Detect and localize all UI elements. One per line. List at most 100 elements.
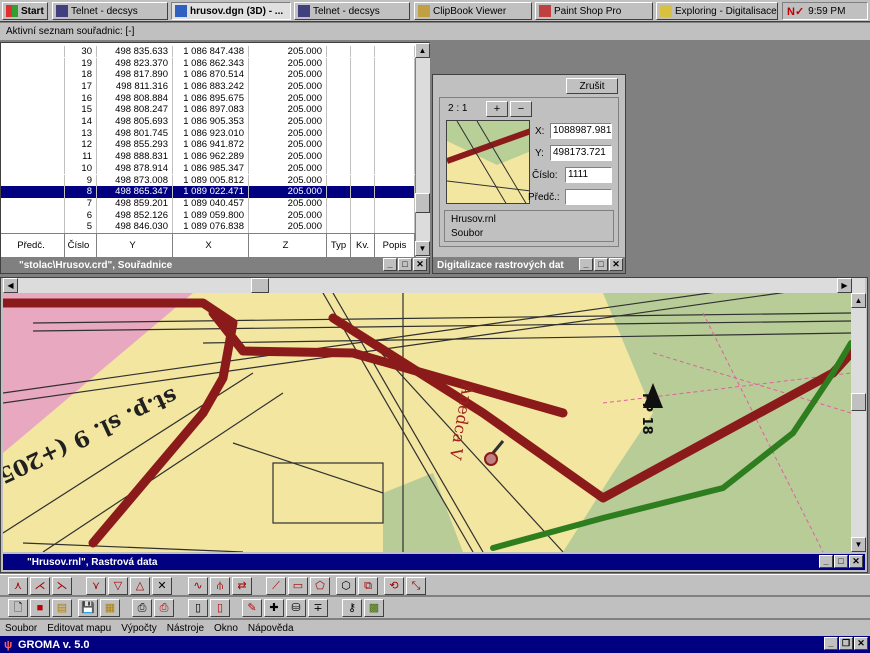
scroll-thumb[interactable] bbox=[851, 393, 866, 411]
polygon-icon[interactable]: ⬠ bbox=[310, 577, 330, 595]
col-header[interactable]: Y bbox=[97, 234, 173, 257]
y-field[interactable]: 498173.721 bbox=[550, 145, 612, 161]
raster-map-canvas[interactable]: st.p. sl. 9 (+205/h Anedca V PP 18 bbox=[3, 293, 851, 552]
menu-vypocty[interactable]: Výpočty bbox=[116, 623, 162, 634]
task-paintshop[interactable]: Paint Shop Pro bbox=[535, 2, 653, 20]
scroll-down-button[interactable]: ▼ bbox=[851, 537, 866, 552]
close-button[interactable]: ✕ bbox=[854, 637, 868, 650]
table-row[interactable]: 12 498 855.293 1 086 941.872 205.000 bbox=[1, 139, 415, 152]
angle-icon[interactable]: △ bbox=[130, 577, 150, 595]
dimension-icon[interactable]: ⟋ bbox=[266, 577, 286, 595]
triangle-icon[interactable]: ▽ bbox=[108, 577, 128, 595]
task-telnet-2[interactable]: Telnet - decsys bbox=[294, 2, 410, 20]
cancel-button[interactable]: Zrušit bbox=[566, 78, 618, 94]
folder-icon[interactable]: ▤ bbox=[52, 599, 72, 617]
coordinates-titlebar[interactable]: "stolac\Hrusov.crd", Souřadnice _ □ ✕ bbox=[1, 257, 429, 273]
print-icon[interactable]: ⎙ bbox=[132, 599, 152, 617]
table-row[interactable]: 19 498 823.370 1 086 862.343 205.000 bbox=[1, 57, 415, 70]
draw-arc-icon[interactable]: ⋋ bbox=[52, 577, 72, 595]
scroll-thumb[interactable] bbox=[415, 193, 430, 213]
table-row[interactable]: 13 498 801.745 1 086 923.010 205.000 bbox=[1, 127, 415, 140]
maximize-button[interactable]: □ bbox=[834, 555, 848, 568]
map-vertical-scrollbar[interactable]: ▲ ▼ bbox=[851, 293, 866, 552]
table-row[interactable]: 6 498 852.126 1 089 059.800 205.000 bbox=[1, 209, 415, 222]
scroll-up-button[interactable]: ▲ bbox=[851, 293, 866, 308]
col-header[interactable]: Kv. bbox=[351, 234, 375, 257]
horizontal-scrollbar[interactable]: ◀ ▶ bbox=[3, 278, 865, 293]
document-icon[interactable]: ▯ bbox=[188, 599, 208, 617]
table-row[interactable]: 5 498 846.030 1 089 076.838 205.000 bbox=[1, 221, 415, 233]
zoom-out-button[interactable]: − bbox=[510, 101, 532, 117]
table-row[interactable]: 11 498 888.831 1 086 962.289 205.000 bbox=[1, 151, 415, 163]
table-row[interactable]: 16 498 808.884 1 086 895.675 205.000 bbox=[1, 92, 415, 105]
vertical-scrollbar[interactable]: ▲ ▼ bbox=[415, 43, 430, 257]
col-header[interactable]: Popis bbox=[375, 234, 415, 257]
intersect-icon[interactable]: ⋎ bbox=[86, 577, 106, 595]
snap-icon[interactable]: ∓ bbox=[308, 599, 328, 617]
table-row[interactable]: 17 498 811.316 1 086 883.242 205.000 bbox=[1, 80, 415, 93]
close-button[interactable]: ✕ bbox=[609, 258, 623, 271]
layers-icon[interactable]: ⛁ bbox=[286, 599, 306, 617]
table-row[interactable]: 18 498 817.890 1 086 870.514 205.000 bbox=[1, 69, 415, 81]
pointer-icon[interactable]: ✎ bbox=[242, 599, 262, 617]
symbol-icon[interactable]: ⬡ bbox=[336, 577, 356, 595]
col-header[interactable]: Z bbox=[249, 234, 327, 257]
cross-icon[interactable]: ✕ bbox=[152, 577, 172, 595]
menu-napoveda[interactable]: Nápověda bbox=[243, 623, 299, 634]
draw-polyline-icon[interactable]: ⋌ bbox=[30, 577, 50, 595]
table-row[interactable]: 14 498 805.693 1 086 905.353 205.000 bbox=[1, 116, 415, 128]
draw-line-icon[interactable]: ⋏ bbox=[8, 577, 28, 595]
task-exploring[interactable]: Exploring - Digitalisace... bbox=[656, 2, 778, 20]
table-row[interactable]: 30 498 835.633 1 086 847.438 205.000 bbox=[1, 45, 415, 58]
col-header[interactable]: X bbox=[173, 234, 249, 257]
offset-icon[interactable]: ⇄ bbox=[232, 577, 252, 595]
split-icon[interactable]: ⫛ bbox=[210, 577, 230, 595]
rotate-icon[interactable]: ⟲ bbox=[384, 577, 404, 595]
close-button[interactable]: ✕ bbox=[413, 258, 427, 271]
copy-icon[interactable]: ⧉ bbox=[358, 577, 378, 595]
plus-cross-icon[interactable]: ✚ bbox=[264, 599, 284, 617]
col-header[interactable]: Číslo bbox=[65, 234, 97, 257]
new-file-icon[interactable]: 🗋 bbox=[8, 599, 28, 617]
table-row[interactable]: 9 498 873.008 1 089 005.812 205.000 bbox=[1, 174, 415, 187]
rectangle-icon[interactable]: ▭ bbox=[288, 577, 308, 595]
task-telnet-1[interactable]: Telnet - decsys bbox=[52, 2, 168, 20]
minimize-button[interactable]: _ bbox=[819, 555, 833, 568]
curve-icon[interactable]: ∿ bbox=[188, 577, 208, 595]
save-icon[interactable]: 💾 bbox=[78, 599, 98, 617]
application-titlebar[interactable]: ψ GROMA v. 5.0 _ ❐ ✕ bbox=[0, 636, 870, 653]
cislo-field[interactable]: 1111 bbox=[565, 167, 612, 183]
save-as-icon[interactable]: ▦ bbox=[100, 599, 120, 617]
task-hrusov-dgn[interactable]: hrusov.dgn (3D) - ... bbox=[171, 2, 291, 20]
scroll-left-button[interactable]: ◀ bbox=[3, 278, 18, 293]
x-field[interactable]: 1088987.981 bbox=[550, 123, 612, 139]
table-row[interactable]: 8 498 865.347 1 089 022.471 205.000 bbox=[1, 186, 415, 198]
close-button[interactable]: ✕ bbox=[849, 555, 863, 568]
col-header[interactable]: Předč. bbox=[1, 234, 65, 257]
digitize-titlebar[interactable]: Digitalizace rastrových dat _ □ ✕ bbox=[433, 257, 625, 273]
restore-button[interactable]: ❐ bbox=[839, 637, 853, 650]
map-titlebar[interactable]: "Hrusov.rnl", Rastrová data _ □ ✕ bbox=[3, 554, 865, 570]
menu-editovat-mapu[interactable]: Editovat mapu bbox=[42, 623, 116, 634]
task-clipbook[interactable]: ClipBook Viewer bbox=[414, 2, 532, 20]
minimize-button[interactable]: _ bbox=[383, 258, 397, 271]
print-preview-icon[interactable]: ⎙ bbox=[154, 599, 174, 617]
zoom-in-button[interactable]: + bbox=[486, 101, 508, 117]
maximize-button[interactable]: □ bbox=[594, 258, 608, 271]
scroll-up-button[interactable]: ▲ bbox=[415, 43, 430, 58]
minimize-button[interactable]: _ bbox=[579, 258, 593, 271]
raster-icon[interactable]: ▩ bbox=[364, 599, 384, 617]
col-header[interactable]: Typ bbox=[327, 234, 351, 257]
menu-okno[interactable]: Okno bbox=[209, 623, 243, 634]
coordinates-table[interactable]: 30 498 835.633 1 086 847.438 205.000 19 498 8… bbox=[1, 43, 415, 257]
maximize-button[interactable]: □ bbox=[398, 258, 412, 271]
menu-nastroje[interactable]: Nástroje bbox=[162, 623, 209, 634]
scale-icon[interactable]: ⤡ bbox=[406, 577, 426, 595]
table-row[interactable]: 15 498 808.247 1 086 897.083 205.000 bbox=[1, 104, 415, 116]
key-icon[interactable]: ⚷ bbox=[342, 599, 362, 617]
document-edit-icon[interactable]: ▯ bbox=[210, 599, 230, 617]
menu-soubor[interactable]: Soubor bbox=[0, 623, 42, 634]
table-row[interactable]: 7 498 859.201 1 089 040.457 205.000 bbox=[1, 197, 415, 210]
minimize-button[interactable]: _ bbox=[824, 637, 838, 650]
table-row[interactable]: 10 498 878.914 1 086 985.347 205.000 bbox=[1, 162, 415, 175]
